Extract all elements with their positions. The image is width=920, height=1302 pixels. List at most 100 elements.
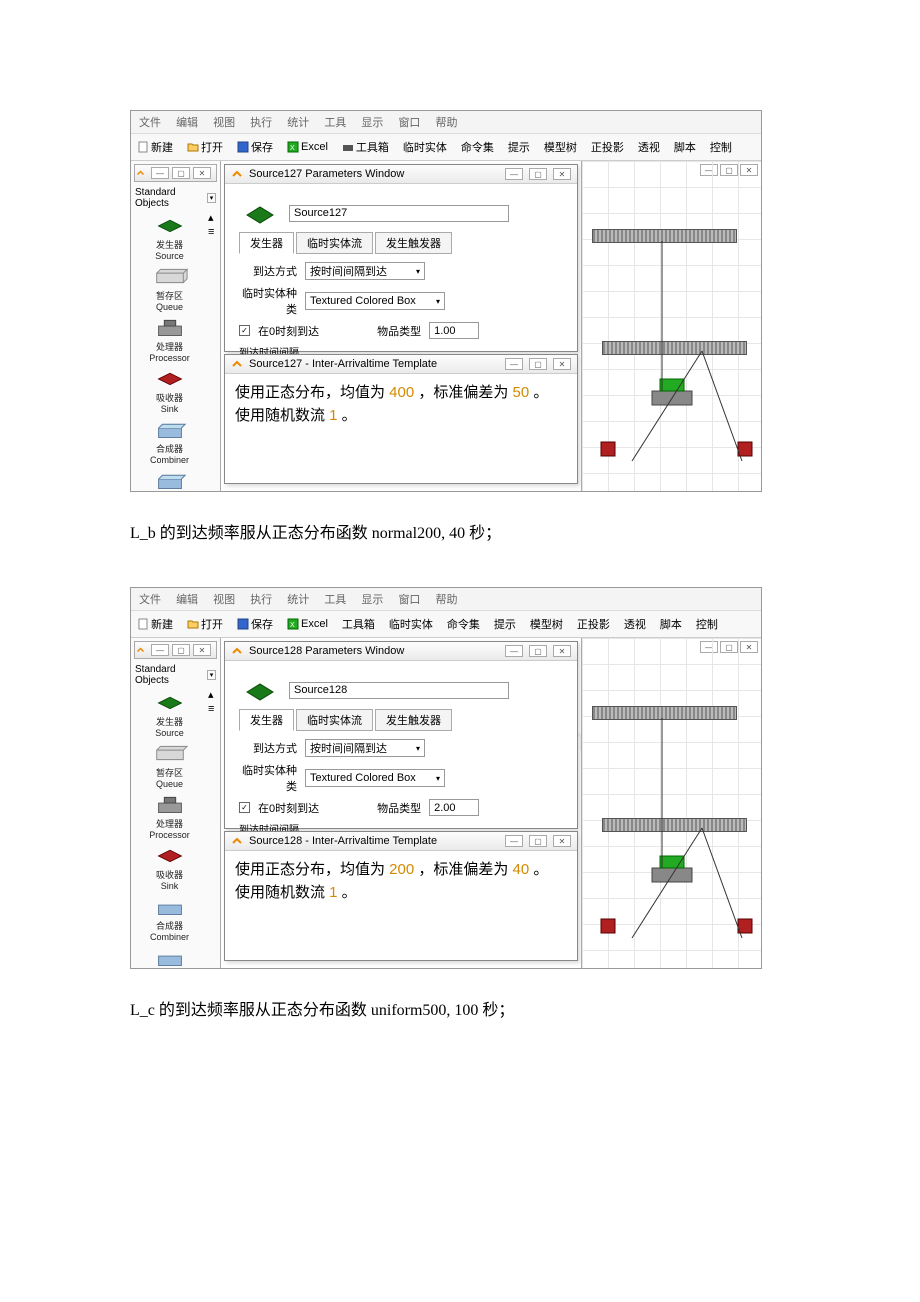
min-icon[interactable]: — <box>151 644 169 656</box>
menu-view[interactable]: 视图 <box>213 594 235 606</box>
obj-separator[interactable]: 分解器Separator <box>131 943 208 968</box>
menu-help[interactable]: 帮助 <box>436 117 458 129</box>
arrive-select[interactable]: 按时间间隔到达 <box>305 262 425 280</box>
obj-combiner[interactable]: 合成器Combiner <box>131 415 208 466</box>
tb-toolbox[interactable]: 工具箱 <box>342 139 389 155</box>
tb-new[interactable]: 新建 <box>137 616 173 632</box>
zero-checkbox[interactable]: ✓ <box>239 325 250 336</box>
kind-select[interactable]: Textured Colored Box <box>305 292 445 310</box>
source-name-input[interactable] <box>289 205 509 222</box>
max-icon[interactable]: ▢ <box>172 644 190 656</box>
tb-cmdset[interactable]: 命令集 <box>447 616 480 632</box>
obj-combiner[interactable]: 合成器Combiner <box>131 892 208 943</box>
tab-generator[interactable]: 发生器 <box>239 232 294 254</box>
menu-file[interactable]: 文件 <box>139 594 161 606</box>
dropdown-icon[interactable]: ▾ <box>207 670 216 680</box>
obj-separator[interactable]: 分解器Separator <box>131 466 208 491</box>
tb-cmdset[interactable]: 命令集 <box>461 139 494 155</box>
arrive-select[interactable]: 按时间间隔到达 <box>305 739 425 757</box>
obj-processor[interactable]: 处理器Processor <box>131 313 208 364</box>
min-icon[interactable]: — <box>505 645 523 657</box>
close-icon[interactable]: ✕ <box>193 644 211 656</box>
svg-text:X: X <box>290 622 295 629</box>
menu-tool[interactable]: 工具 <box>324 594 346 606</box>
max-icon[interactable]: ▢ <box>172 167 190 179</box>
tb-save[interactable]: 保存 <box>237 616 273 632</box>
tb-ortho[interactable]: 正投影 <box>577 616 610 632</box>
max-icon[interactable]: ▢ <box>529 645 547 657</box>
tb-new[interactable]: 新建 <box>137 139 173 155</box>
min-icon[interactable]: — <box>505 358 523 370</box>
menu-exec[interactable]: 执行 <box>250 117 272 129</box>
tb-excel[interactable]: XExcel <box>287 141 328 153</box>
tb-tip[interactable]: 提示 <box>508 139 530 155</box>
close-icon[interactable]: ✕ <box>553 168 571 180</box>
tb-script[interactable]: 脚本 <box>674 139 696 155</box>
obj-sink[interactable]: 吸收器Sink <box>131 841 208 892</box>
obj-source[interactable]: 发生器Source <box>131 211 208 262</box>
itemtype-input[interactable] <box>429 322 479 339</box>
tab-trigger[interactable]: 发生触发器 <box>375 709 452 731</box>
tb-ctrl[interactable]: 控制 <box>710 139 732 155</box>
menu-stat[interactable]: 统计 <box>287 117 309 129</box>
tb-open[interactable]: 打开 <box>187 139 223 155</box>
dropdown-icon[interactable]: ▾ <box>207 193 216 203</box>
tb-persp[interactable]: 透视 <box>624 616 646 632</box>
menu-edit[interactable]: 编辑 <box>176 594 198 606</box>
menu-win[interactable]: 窗口 <box>398 117 420 129</box>
tb-excel[interactable]: XExcel <box>287 618 328 630</box>
tab-flow[interactable]: 临时实体流 <box>296 709 373 731</box>
tb-ortho[interactable]: 正投影 <box>591 139 624 155</box>
tb-tree[interactable]: 模型树 <box>530 616 563 632</box>
scroll-box-icon[interactable]: ≡ <box>208 703 220 715</box>
min-icon[interactable]: — <box>151 167 169 179</box>
max-icon[interactable]: ▢ <box>529 835 547 847</box>
menu-exec[interactable]: 执行 <box>250 594 272 606</box>
menu-stat[interactable]: 统计 <box>287 594 309 606</box>
sidebar-title: Standard Objects▾ <box>131 185 220 211</box>
tab-flow[interactable]: 临时实体流 <box>296 232 373 254</box>
menu-win[interactable]: 窗口 <box>398 594 420 606</box>
menu-help[interactable]: 帮助 <box>436 594 458 606</box>
obj-processor[interactable]: 处理器Processor <box>131 790 208 841</box>
menu-disp[interactable]: 显示 <box>361 117 383 129</box>
tb-save[interactable]: 保存 <box>237 139 273 155</box>
min-icon[interactable]: — <box>505 835 523 847</box>
max-icon[interactable]: ▢ <box>529 168 547 180</box>
tb-tree[interactable]: 模型树 <box>544 139 577 155</box>
source-name-input[interactable] <box>289 682 509 699</box>
max-icon[interactable]: ▢ <box>529 358 547 370</box>
tab-generator[interactable]: 发生器 <box>239 709 294 731</box>
close-icon[interactable]: ✕ <box>553 835 571 847</box>
tb-tip[interactable]: 提示 <box>494 616 516 632</box>
canvas-3d[interactable]: —▢✕ <box>581 638 761 968</box>
itemtype-input[interactable] <box>429 799 479 816</box>
close-icon[interactable]: ✕ <box>553 358 571 370</box>
tb-rtflow[interactable]: 临时实体 <box>403 139 447 155</box>
obj-source[interactable]: 发生器Source <box>131 688 208 739</box>
menu-tool[interactable]: 工具 <box>324 117 346 129</box>
tb-ctrl[interactable]: 控制 <box>696 616 718 632</box>
tb-rtflow[interactable]: 临时实体 <box>389 616 433 632</box>
min-icon[interactable]: — <box>505 168 523 180</box>
menu-disp[interactable]: 显示 <box>361 594 383 606</box>
kind-select[interactable]: Textured Colored Box <box>305 769 445 787</box>
obj-queue[interactable]: 暂存区Queue <box>131 739 208 790</box>
tb-persp[interactable]: 透视 <box>638 139 660 155</box>
obj-sink[interactable]: 吸收器Sink <box>131 364 208 415</box>
menu-file[interactable]: 文件 <box>139 117 161 129</box>
tb-open[interactable]: 打开 <box>187 616 223 632</box>
scroll-up-icon[interactable]: ▴ <box>208 211 220 224</box>
menu-edit[interactable]: 编辑 <box>176 117 198 129</box>
obj-queue[interactable]: 暂存区Queue <box>131 262 208 313</box>
scroll-box-icon[interactable]: ≡ <box>208 226 220 238</box>
tb-script[interactable]: 脚本 <box>660 616 682 632</box>
close-icon[interactable]: ✕ <box>553 645 571 657</box>
canvas-3d[interactable]: —▢✕ <box>581 161 761 491</box>
menu-view[interactable]: 视图 <box>213 117 235 129</box>
tb-toolbox[interactable]: 工具箱 <box>342 616 375 632</box>
close-icon[interactable]: ✕ <box>193 167 211 179</box>
scroll-up-icon[interactable]: ▴ <box>208 688 220 701</box>
zero-checkbox[interactable]: ✓ <box>239 802 250 813</box>
tab-trigger[interactable]: 发生触发器 <box>375 232 452 254</box>
